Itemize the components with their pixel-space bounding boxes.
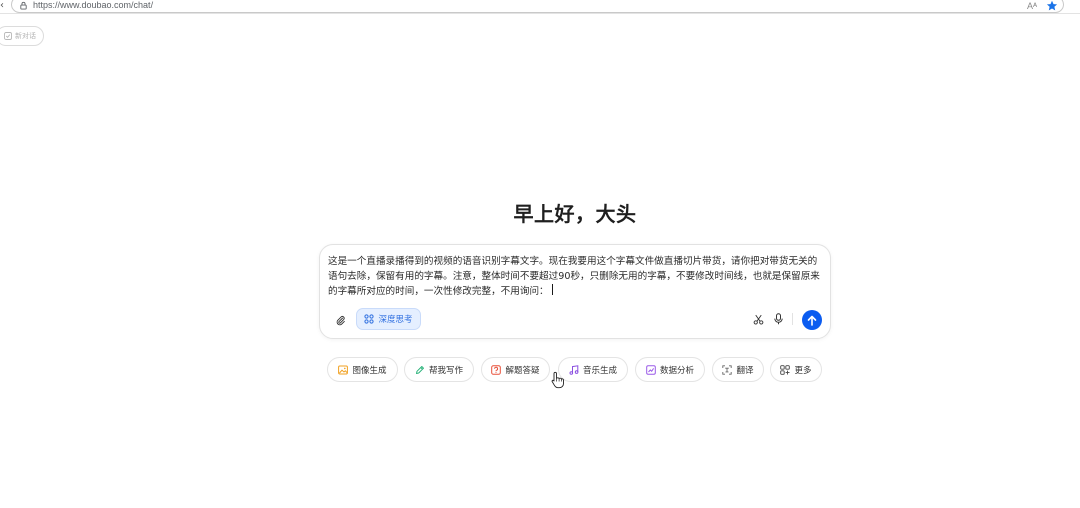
url-text[interactable]: https://www.doubao.com/chat/ (33, 0, 153, 10)
message-input-text: 这是一个直播录播得到的视频的语音识别字幕文字。现在我要用这个字幕文件做直播切片带… (328, 256, 820, 297)
send-button[interactable] (802, 310, 822, 330)
new-chat-button[interactable]: 新对话 (0, 26, 44, 46)
chip-data-analysis[interactable]: 数据分析 (635, 357, 705, 382)
address-bar[interactable]: https://www.doubao.com/chat/ (11, 0, 1064, 13)
greeting-title: 早上好，大头 (513, 202, 637, 226)
back-button-icon[interactable]: ‹ (0, 1, 4, 10)
chip-more[interactable]: 更多 (770, 357, 822, 382)
chip-label: 解题答疑 (505, 365, 540, 376)
chip-label: 更多 (794, 365, 812, 376)
hand-cursor-icon (551, 371, 564, 389)
image-icon (338, 365, 349, 374)
text-caret (551, 284, 553, 295)
chip-help-me-write[interactable]: 帮我写作 (404, 357, 474, 382)
new-chat-icon (4, 32, 12, 40)
translate-icon (722, 364, 733, 375)
chip-translate[interactable]: 翻译 (712, 357, 764, 382)
browser-toolbar: ‹ https://www.doubao.com/chat/ Aᴬ (0, 0, 1080, 14)
chip-label: 数据分析 (659, 365, 694, 376)
chip-problem-solving[interactable]: 解题答疑 (481, 357, 550, 382)
chip-label: 帮我写作 (428, 365, 463, 376)
chart-icon (646, 364, 656, 375)
chip-label: 翻译 (736, 365, 754, 376)
scissors-icon (753, 314, 763, 325)
deep-think-label: 深度思考 (378, 315, 413, 325)
quick-actions-bar: 图像生成 帮我写作 解题答疑 音乐生成 数据分析 翻译 更多 (0, 357, 1080, 383)
composer-divider (792, 313, 793, 325)
pen-icon (415, 365, 424, 374)
deep-think-toggle[interactable]: 深度思考 (356, 308, 421, 330)
attach-file-button[interactable] (329, 310, 351, 330)
deep-think-icon (364, 314, 375, 324)
chip-image-generation[interactable]: 图像生成 (327, 357, 398, 382)
music-note-icon (569, 364, 579, 375)
chip-music-generation[interactable]: 音乐生成 (558, 357, 628, 382)
arrow-up-icon (807, 315, 817, 326)
question-icon (491, 364, 502, 375)
read-aloud-icon[interactable]: Aᴬ (1027, 0, 1037, 12)
chip-label: 音乐生成 (582, 365, 617, 376)
paperclip-icon (336, 315, 345, 325)
message-input[interactable]: 这是一个直播录播得到的视频的语音识别字幕文字。现在我要用这个字幕文件做直播切片带… (328, 254, 824, 299)
chip-label: 图像生成 (352, 365, 387, 376)
favorite-star-icon[interactable] (1046, 0, 1058, 12)
new-chat-label: 新对话 (15, 32, 36, 40)
microphone-icon (773, 313, 783, 325)
lock-icon[interactable] (19, 1, 28, 10)
message-composer[interactable]: 这是一个直播录播得到的视频的语音识别字幕文字。现在我要用这个字幕文件做直播切片带… (319, 244, 831, 339)
voice-input-button[interactable] (771, 311, 785, 327)
grid-icon (780, 364, 791, 375)
scissors-button[interactable] (751, 311, 765, 327)
